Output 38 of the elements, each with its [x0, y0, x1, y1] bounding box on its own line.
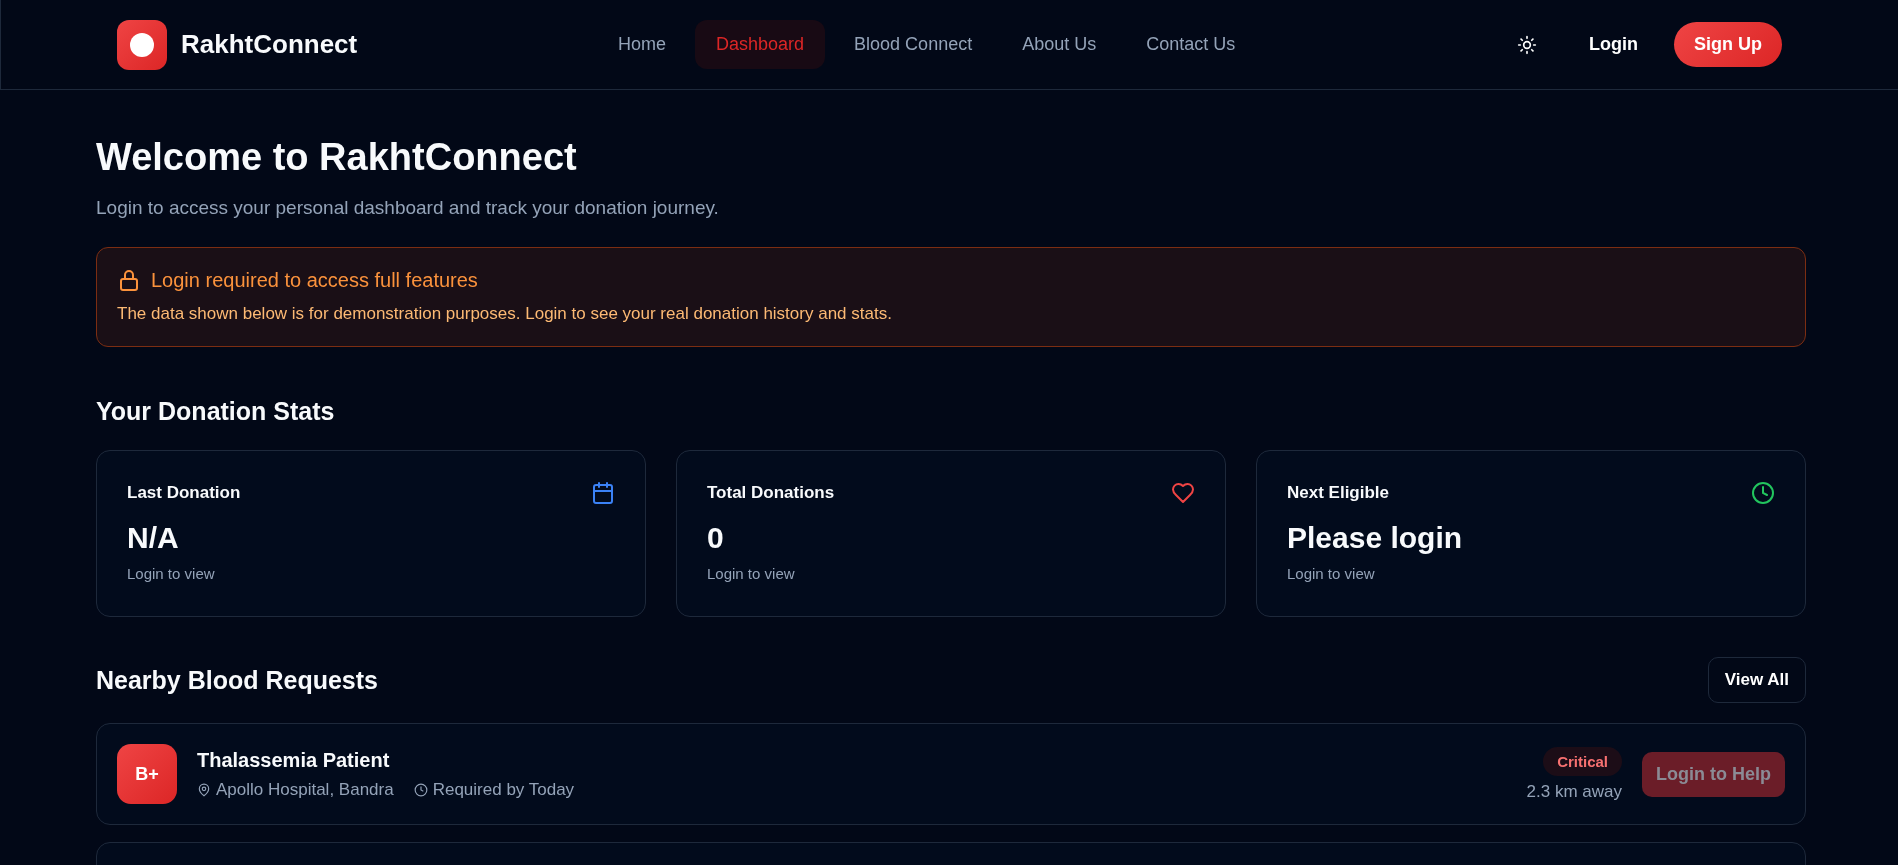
- calendar-icon: [591, 481, 615, 505]
- login-button[interactable]: Login: [1581, 24, 1646, 65]
- nav-link[interactable]: Contact Us: [1125, 20, 1257, 69]
- alert-message: The data shown below is for demonstration purposes. Login to see your real donation history and stats.: [117, 304, 893, 324]
- stat-label: Next Eligible: [1287, 483, 1390, 503]
- lock-icon: [117, 268, 141, 292]
- distance-text: 2.3 km away: [1526, 781, 1622, 802]
- nav-link[interactable]: Blood Connect: [833, 20, 994, 69]
- stat-note: Login to view: [707, 565, 796, 582]
- urgency-badge: Critical: [1543, 746, 1622, 776]
- section-heading: Nearby Blood Requests: [96, 665, 378, 695]
- logo-icon: [117, 19, 167, 70]
- nav-link[interactable]: Home: [597, 20, 687, 69]
- page-subtitle: Login to access your personal dashboard and track your donation journey.: [96, 197, 720, 219]
- stat-note: Login to view: [127, 565, 216, 582]
- blood-group-badge: B+: [117, 744, 177, 804]
- deadline-text: Required by Today: [432, 779, 575, 800]
- stat-value: N/A: [127, 521, 180, 555]
- view-all-button[interactable]: View All: [1707, 657, 1806, 703]
- location-text: Apollo Hospital, Bandra: [216, 779, 394, 800]
- stat-label: Last Donation: [127, 483, 241, 503]
- nav-link[interactable]: About Us: [1001, 20, 1118, 69]
- sun-icon[interactable]: [1517, 34, 1537, 55]
- stat-label: Total Donations: [707, 483, 835, 503]
- brand-name: RakhtConnect: [181, 29, 358, 60]
- stat-value: 0: [707, 521, 725, 555]
- signup-button[interactable]: Sign Up: [1674, 22, 1782, 67]
- heart-icon: [1171, 481, 1195, 505]
- location-pin-icon: [197, 782, 211, 797]
- nav-link[interactable]: Dashboard: [695, 20, 826, 69]
- section-heading: Your Donation Stats: [96, 397, 336, 426]
- stat-value: Please login: [1287, 521, 1464, 555]
- alert-title: Login required to access full features: [151, 268, 478, 292]
- patient-name: Thalassemia Patient: [197, 748, 391, 772]
- page-title: Welcome to RakhtConnect: [96, 136, 578, 179]
- clock-icon: [1751, 481, 1775, 505]
- stat-note: Login to view: [1287, 565, 1376, 582]
- clock-icon: [413, 782, 428, 797]
